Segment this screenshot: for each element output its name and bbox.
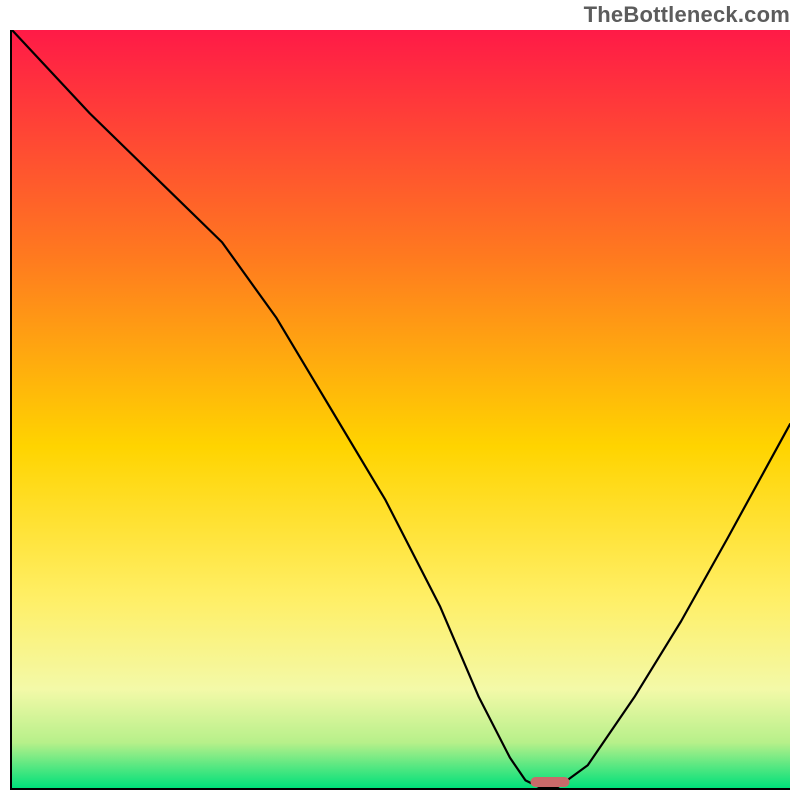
bottleneck-curve bbox=[12, 30, 790, 788]
optimal-marker bbox=[531, 777, 570, 787]
bottleneck-chart: TheBottleneck.com bbox=[0, 0, 800, 800]
plot-area bbox=[10, 30, 790, 790]
watermark-text: TheBottleneck.com bbox=[584, 2, 790, 28]
